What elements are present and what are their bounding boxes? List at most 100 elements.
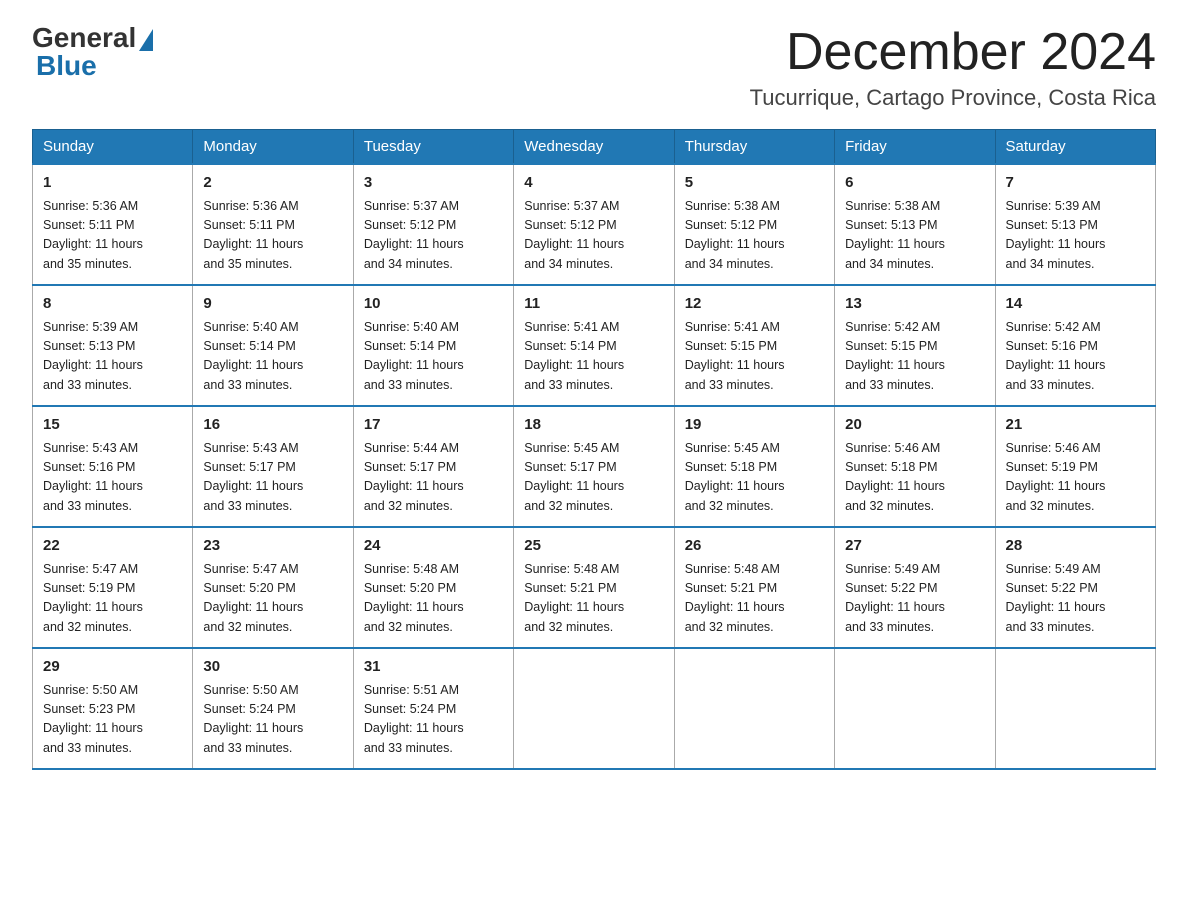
day-number: 15 — [43, 414, 182, 437]
title-block: December 2024 Tucurrique, Cartago Provin… — [750, 24, 1156, 111]
day-info: Sunrise: 5:49 AMSunset: 5:22 PMDaylight:… — [845, 560, 984, 638]
calendar-cell — [674, 648, 834, 769]
day-info: Sunrise: 5:39 AMSunset: 5:13 PMDaylight:… — [43, 318, 182, 396]
calendar-week-row: 22Sunrise: 5:47 AMSunset: 5:19 PMDayligh… — [33, 527, 1156, 648]
day-number: 2 — [203, 172, 342, 195]
day-info: Sunrise: 5:38 AMSunset: 5:12 PMDaylight:… — [685, 197, 824, 275]
day-number: 10 — [364, 293, 503, 316]
calendar-week-row: 29Sunrise: 5:50 AMSunset: 5:23 PMDayligh… — [33, 648, 1156, 769]
calendar-cell: 5Sunrise: 5:38 AMSunset: 5:12 PMDaylight… — [674, 164, 834, 285]
calendar-cell: 30Sunrise: 5:50 AMSunset: 5:24 PMDayligh… — [193, 648, 353, 769]
calendar-cell — [835, 648, 995, 769]
day-info: Sunrise: 5:37 AMSunset: 5:12 PMDaylight:… — [364, 197, 503, 275]
day-number: 29 — [43, 656, 182, 679]
day-number: 28 — [1006, 535, 1145, 558]
day-info: Sunrise: 5:50 AMSunset: 5:23 PMDaylight:… — [43, 681, 182, 759]
calendar-cell — [995, 648, 1155, 769]
day-info: Sunrise: 5:40 AMSunset: 5:14 PMDaylight:… — [364, 318, 503, 396]
day-info: Sunrise: 5:40 AMSunset: 5:14 PMDaylight:… — [203, 318, 342, 396]
location-subtitle: Tucurrique, Cartago Province, Costa Rica — [750, 85, 1156, 111]
page-header: General Blue December 2024 Tucurrique, C… — [32, 24, 1156, 111]
day-info: Sunrise: 5:47 AMSunset: 5:20 PMDaylight:… — [203, 560, 342, 638]
day-number: 6 — [845, 172, 984, 195]
calendar-week-row: 8Sunrise: 5:39 AMSunset: 5:13 PMDaylight… — [33, 285, 1156, 406]
calendar-cell: 24Sunrise: 5:48 AMSunset: 5:20 PMDayligh… — [353, 527, 513, 648]
logo-general-text: General — [32, 24, 136, 52]
day-info: Sunrise: 5:48 AMSunset: 5:21 PMDaylight:… — [685, 560, 824, 638]
calendar-cell: 8Sunrise: 5:39 AMSunset: 5:13 PMDaylight… — [33, 285, 193, 406]
weekday-header-sunday: Sunday — [33, 130, 193, 165]
day-number: 7 — [1006, 172, 1145, 195]
day-info: Sunrise: 5:46 AMSunset: 5:18 PMDaylight:… — [845, 439, 984, 517]
calendar-cell: 12Sunrise: 5:41 AMSunset: 5:15 PMDayligh… — [674, 285, 834, 406]
calendar-cell: 17Sunrise: 5:44 AMSunset: 5:17 PMDayligh… — [353, 406, 513, 527]
calendar-cell: 26Sunrise: 5:48 AMSunset: 5:21 PMDayligh… — [674, 527, 834, 648]
day-number: 26 — [685, 535, 824, 558]
day-info: Sunrise: 5:51 AMSunset: 5:24 PMDaylight:… — [364, 681, 503, 759]
day-info: Sunrise: 5:36 AMSunset: 5:11 PMDaylight:… — [43, 197, 182, 275]
calendar-cell: 31Sunrise: 5:51 AMSunset: 5:24 PMDayligh… — [353, 648, 513, 769]
weekday-header-wednesday: Wednesday — [514, 130, 674, 165]
calendar-cell: 29Sunrise: 5:50 AMSunset: 5:23 PMDayligh… — [33, 648, 193, 769]
logo-blue-text: Blue — [36, 52, 153, 80]
day-number: 9 — [203, 293, 342, 316]
day-number: 25 — [524, 535, 663, 558]
calendar-cell: 15Sunrise: 5:43 AMSunset: 5:16 PMDayligh… — [33, 406, 193, 527]
day-info: Sunrise: 5:45 AMSunset: 5:18 PMDaylight:… — [685, 439, 824, 517]
calendar-cell: 21Sunrise: 5:46 AMSunset: 5:19 PMDayligh… — [995, 406, 1155, 527]
day-number: 27 — [845, 535, 984, 558]
calendar-cell: 27Sunrise: 5:49 AMSunset: 5:22 PMDayligh… — [835, 527, 995, 648]
day-number: 21 — [1006, 414, 1145, 437]
calendar-cell: 22Sunrise: 5:47 AMSunset: 5:19 PMDayligh… — [33, 527, 193, 648]
day-info: Sunrise: 5:39 AMSunset: 5:13 PMDaylight:… — [1006, 197, 1145, 275]
day-info: Sunrise: 5:42 AMSunset: 5:15 PMDaylight:… — [845, 318, 984, 396]
calendar-cell: 19Sunrise: 5:45 AMSunset: 5:18 PMDayligh… — [674, 406, 834, 527]
day-info: Sunrise: 5:42 AMSunset: 5:16 PMDaylight:… — [1006, 318, 1145, 396]
day-info: Sunrise: 5:41 AMSunset: 5:15 PMDaylight:… — [685, 318, 824, 396]
day-info: Sunrise: 5:48 AMSunset: 5:20 PMDaylight:… — [364, 560, 503, 638]
calendar-table: SundayMondayTuesdayWednesdayThursdayFrid… — [32, 129, 1156, 770]
day-number: 16 — [203, 414, 342, 437]
weekday-header-monday: Monday — [193, 130, 353, 165]
day-number: 30 — [203, 656, 342, 679]
day-info: Sunrise: 5:49 AMSunset: 5:22 PMDaylight:… — [1006, 560, 1145, 638]
day-number: 13 — [845, 293, 984, 316]
day-number: 18 — [524, 414, 663, 437]
day-number: 31 — [364, 656, 503, 679]
calendar-cell: 13Sunrise: 5:42 AMSunset: 5:15 PMDayligh… — [835, 285, 995, 406]
calendar-cell: 7Sunrise: 5:39 AMSunset: 5:13 PMDaylight… — [995, 164, 1155, 285]
calendar-header-row: SundayMondayTuesdayWednesdayThursdayFrid… — [33, 130, 1156, 165]
day-info: Sunrise: 5:37 AMSunset: 5:12 PMDaylight:… — [524, 197, 663, 275]
weekday-header-saturday: Saturday — [995, 130, 1155, 165]
day-info: Sunrise: 5:36 AMSunset: 5:11 PMDaylight:… — [203, 197, 342, 275]
calendar-cell: 23Sunrise: 5:47 AMSunset: 5:20 PMDayligh… — [193, 527, 353, 648]
calendar-cell: 20Sunrise: 5:46 AMSunset: 5:18 PMDayligh… — [835, 406, 995, 527]
day-number: 23 — [203, 535, 342, 558]
calendar-cell: 6Sunrise: 5:38 AMSunset: 5:13 PMDaylight… — [835, 164, 995, 285]
calendar-cell: 9Sunrise: 5:40 AMSunset: 5:14 PMDaylight… — [193, 285, 353, 406]
day-info: Sunrise: 5:46 AMSunset: 5:19 PMDaylight:… — [1006, 439, 1145, 517]
day-info: Sunrise: 5:43 AMSunset: 5:16 PMDaylight:… — [43, 439, 182, 517]
calendar-cell: 28Sunrise: 5:49 AMSunset: 5:22 PMDayligh… — [995, 527, 1155, 648]
calendar-cell: 4Sunrise: 5:37 AMSunset: 5:12 PMDaylight… — [514, 164, 674, 285]
day-info: Sunrise: 5:41 AMSunset: 5:14 PMDaylight:… — [524, 318, 663, 396]
day-number: 4 — [524, 172, 663, 195]
day-number: 11 — [524, 293, 663, 316]
calendar-cell: 25Sunrise: 5:48 AMSunset: 5:21 PMDayligh… — [514, 527, 674, 648]
calendar-cell: 3Sunrise: 5:37 AMSunset: 5:12 PMDaylight… — [353, 164, 513, 285]
day-number: 14 — [1006, 293, 1145, 316]
calendar-cell: 10Sunrise: 5:40 AMSunset: 5:14 PMDayligh… — [353, 285, 513, 406]
day-number: 1 — [43, 172, 182, 195]
day-number: 24 — [364, 535, 503, 558]
calendar-cell: 2Sunrise: 5:36 AMSunset: 5:11 PMDaylight… — [193, 164, 353, 285]
day-number: 17 — [364, 414, 503, 437]
weekday-header-thursday: Thursday — [674, 130, 834, 165]
day-info: Sunrise: 5:44 AMSunset: 5:17 PMDaylight:… — [364, 439, 503, 517]
day-number: 3 — [364, 172, 503, 195]
day-info: Sunrise: 5:48 AMSunset: 5:21 PMDaylight:… — [524, 560, 663, 638]
calendar-cell: 1Sunrise: 5:36 AMSunset: 5:11 PMDaylight… — [33, 164, 193, 285]
logo-triangle-icon — [139, 29, 153, 51]
calendar-cell: 11Sunrise: 5:41 AMSunset: 5:14 PMDayligh… — [514, 285, 674, 406]
calendar-cell: 16Sunrise: 5:43 AMSunset: 5:17 PMDayligh… — [193, 406, 353, 527]
day-number: 20 — [845, 414, 984, 437]
